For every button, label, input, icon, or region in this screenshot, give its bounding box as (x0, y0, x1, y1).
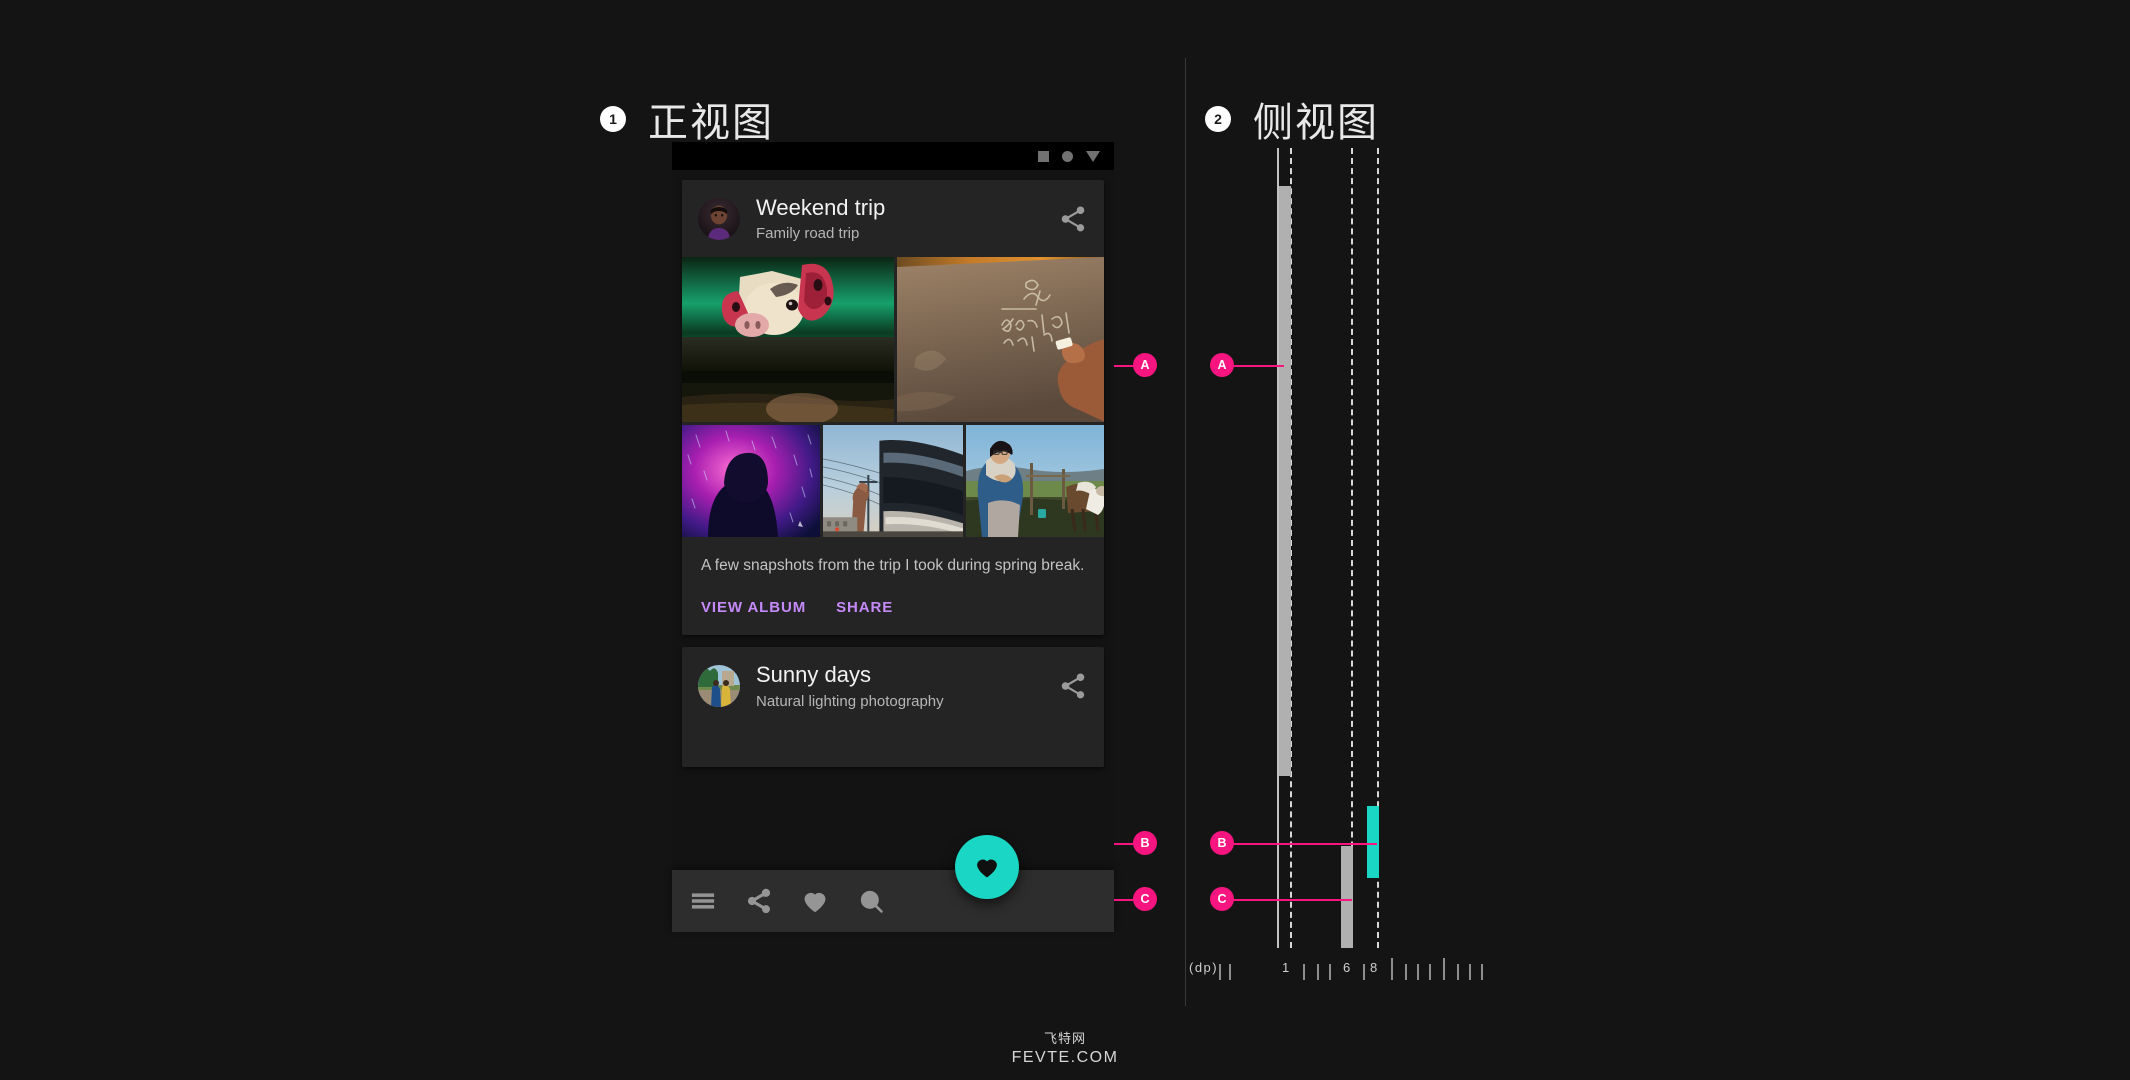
ruler-tick (1481, 964, 1483, 980)
pig-in-pen-photo[interactable] (682, 257, 894, 423)
card-subtitle: Natural lighting photography (756, 692, 944, 710)
leader-line-a-front (1114, 365, 1134, 367)
ruler-tick-major (1443, 958, 1445, 980)
card-title-block: Sunny days Natural lighting photography (756, 662, 1058, 710)
axis-tick-label-6: 6 (1343, 960, 1352, 975)
chalkboard-writing-photo[interactable] (897, 257, 1104, 423)
card-sunny-days[interactable]: Sunny days Natural lighting photography (682, 647, 1104, 768)
leader-line-b-front (1114, 843, 1134, 845)
watermark-cn: 飞特网 (1043, 1031, 1086, 1047)
purple-silhouette-photo[interactable] (682, 425, 820, 538)
ruler-tick (1469, 964, 1471, 980)
marker-a-front: A (1133, 353, 1157, 377)
ruler-tick (1219, 964, 1221, 980)
circle-nav-icon[interactable] (1062, 150, 1073, 162)
watermark: 飞特网 FEVTE.COM (0, 1032, 2130, 1068)
axis-tick-label-8: 8 (1370, 960, 1379, 975)
ruler-tick (1317, 964, 1319, 980)
share-icon[interactable] (745, 887, 773, 915)
axis-tick-label-1: 1 (1282, 960, 1291, 975)
card-header: Weekend trip Family road trip (682, 180, 1104, 257)
leader-line-b-side (1222, 843, 1377, 845)
square-nav-icon[interactable] (1038, 150, 1049, 162)
side-view-diagram: (dp) 1 6 8 (1189, 140, 1495, 980)
leader-line-c-side (1222, 899, 1352, 901)
card-description: A few snapshots from the trip I took dur… (701, 557, 1085, 575)
card-actions: VIEW ALBUM SHARE (682, 577, 1104, 635)
floating-action-button[interactable] (955, 835, 1019, 899)
phone-screen: Weekend trip Family road trip A few snap… (672, 170, 1114, 932)
section-number-badge: 1 (600, 106, 626, 132)
heart-icon (977, 859, 997, 878)
card-body: A few snapshots from the trip I took dur… (682, 537, 1104, 577)
elevation-bar-c-appbar (1341, 846, 1353, 948)
card-title: Weekend trip (756, 195, 886, 220)
ruler-tick (1363, 964, 1365, 980)
leader-line-c-front (1114, 899, 1134, 901)
section-divider (1185, 58, 1186, 1006)
share-icon[interactable] (1058, 204, 1088, 234)
menu-icon[interactable] (689, 887, 717, 915)
ruler-tick (1429, 964, 1431, 980)
card-subtitle: Family road trip (756, 225, 860, 243)
ruler-tick (1457, 964, 1459, 980)
watermark-en: FEVTE.COM (1011, 1049, 1119, 1066)
ruler-tick (1405, 964, 1407, 980)
marker-a-side: A (1210, 353, 1234, 377)
ruler-tick (1329, 964, 1331, 980)
android-nav-bar (672, 142, 1114, 170)
diagram-stage: 1 正视图 2 侧视图 Weekend trip Family road tri… (0, 0, 2130, 1080)
section-title: 正视图 (648, 100, 774, 146)
card-title-block: Weekend trip Family road trip (756, 195, 1058, 243)
guide-line-6dp (1351, 148, 1353, 948)
card-title: Sunny days (756, 662, 871, 688)
search-icon[interactable] (857, 887, 885, 915)
marker-b-side: B (1210, 831, 1234, 855)
avatar[interactable] (698, 665, 740, 708)
photo-mosaic (682, 257, 1104, 538)
ruler-tick (1417, 964, 1419, 980)
section-number-badge: 2 (1205, 106, 1231, 132)
card-header: Sunny days Natural lighting photography (682, 647, 1104, 724)
share-icon[interactable] (1058, 671, 1088, 701)
triangle-nav-icon[interactable] (1086, 150, 1100, 162)
marker-b-front: B (1133, 831, 1157, 855)
ruler-tick (1303, 964, 1305, 980)
share-button[interactable]: SHARE (836, 599, 893, 616)
phone-mockup: Weekend trip Family road trip A few snap… (672, 142, 1114, 932)
marker-c-side: C (1210, 887, 1234, 911)
elevation-bar-b-fab (1367, 806, 1379, 878)
bottom-app-bar (672, 870, 1114, 932)
woman-with-cattle-photo[interactable] (966, 425, 1104, 538)
ruler-tick (1229, 964, 1231, 980)
unit-label: (dp) (1189, 960, 1219, 975)
train-window-photo[interactable] (823, 425, 963, 538)
elevation-bar-a-card (1279, 186, 1291, 776)
ruler-tick-major (1391, 958, 1393, 980)
heart-icon[interactable] (801, 887, 829, 915)
card-weekend-trip[interactable]: Weekend trip Family road trip A few snap… (682, 180, 1104, 636)
avatar[interactable] (698, 198, 740, 241)
marker-c-front: C (1133, 887, 1157, 911)
section-heading-front-view: 1 正视图 (600, 90, 774, 148)
view-album-button[interactable]: VIEW ALBUM (701, 599, 806, 616)
